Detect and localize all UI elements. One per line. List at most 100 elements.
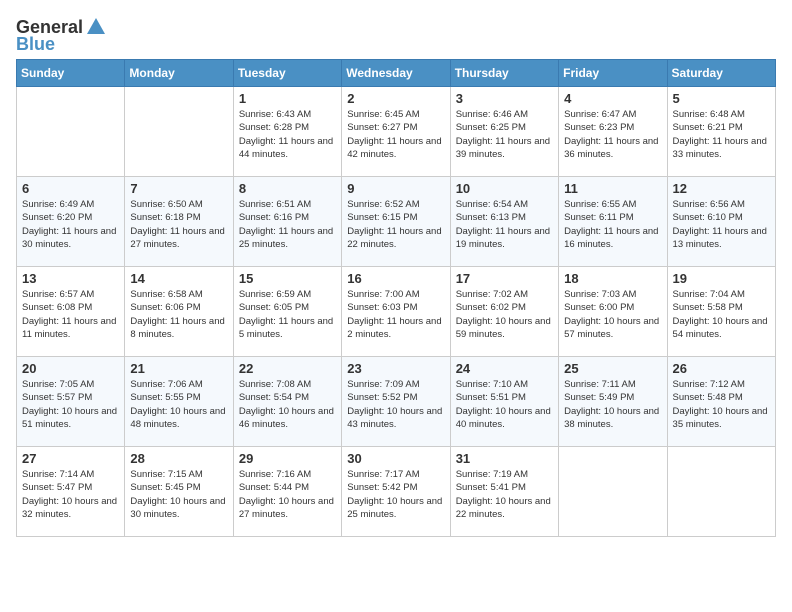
calendar-cell: 18 Sunrise: 7:03 AM Sunset: 6:00 PM Dayli… bbox=[559, 267, 667, 357]
col-header-sunday: Sunday bbox=[17, 60, 125, 87]
day-number: 17 bbox=[456, 271, 553, 286]
cell-content: Sunrise: 6:57 AM Sunset: 6:08 PM Dayligh… bbox=[22, 288, 119, 341]
cell-content: Sunrise: 6:46 AM Sunset: 6:25 PM Dayligh… bbox=[456, 108, 553, 161]
calendar-cell bbox=[667, 447, 775, 537]
week-row-5: 27 Sunrise: 7:14 AM Sunset: 5:47 PM Dayli… bbox=[17, 447, 776, 537]
cell-content: Sunrise: 7:19 AM Sunset: 5:41 PM Dayligh… bbox=[456, 468, 553, 521]
cell-content: Sunrise: 6:45 AM Sunset: 6:27 PM Dayligh… bbox=[347, 108, 444, 161]
day-number: 10 bbox=[456, 181, 553, 196]
day-number: 9 bbox=[347, 181, 444, 196]
cell-content: Sunrise: 7:12 AM Sunset: 5:48 PM Dayligh… bbox=[673, 378, 770, 431]
calendar-cell: 22Sunrise: 7:08 AM Sunset: 5:54 PM Dayli… bbox=[233, 357, 341, 447]
cell-content: Sunrise: 6:48 AM Sunset: 6:21 PM Dayligh… bbox=[673, 108, 770, 161]
cell-content: Sunrise: 7:09 AM Sunset: 5:52 PM Dayligh… bbox=[347, 378, 444, 431]
cell-content: Sunrise: 6:49 AM Sunset: 6:20 PM Dayligh… bbox=[22, 198, 119, 251]
day-number: 23 bbox=[347, 361, 444, 376]
day-number: 8 bbox=[239, 181, 336, 196]
calendar-cell: 6 Sunrise: 6:49 AM Sunset: 6:20 PM Daylig… bbox=[17, 177, 125, 267]
day-number: 3 bbox=[456, 91, 553, 106]
calendar-cell: 30 Sunrise: 7:17 AM Sunset: 5:42 PM Dayli… bbox=[342, 447, 450, 537]
day-number: 18 bbox=[564, 271, 661, 286]
calendar-cell: 11 Sunrise: 6:55 AM Sunset: 6:11 PM Dayli… bbox=[559, 177, 667, 267]
day-number: 2 bbox=[347, 91, 444, 106]
cell-content: Sunrise: 6:47 AM Sunset: 6:23 PM Dayligh… bbox=[564, 108, 661, 161]
calendar-cell: 3 Sunrise: 6:46 AM Sunset: 6:25 PM Daylig… bbox=[450, 87, 558, 177]
day-number: 7 bbox=[130, 181, 227, 196]
day-number: 4 bbox=[564, 91, 661, 106]
calendar-cell: 14Sunrise: 6:58 AM Sunset: 6:06 PM Dayli… bbox=[125, 267, 233, 357]
calendar-cell: 1 Sunrise: 6:43 AM Sunset: 6:28 PM Daylig… bbox=[233, 87, 341, 177]
cell-content: Sunrise: 7:02 AM Sunset: 6:02 PM Dayligh… bbox=[456, 288, 553, 341]
day-number: 29 bbox=[239, 451, 336, 466]
cell-content: Sunrise: 7:03 AM Sunset: 6:00 PM Dayligh… bbox=[564, 288, 661, 341]
calendar-cell bbox=[17, 87, 125, 177]
day-number: 22 bbox=[239, 361, 336, 376]
day-number: 16 bbox=[347, 271, 444, 286]
col-header-wednesday: Wednesday bbox=[342, 60, 450, 87]
calendar-cell: 10 Sunrise: 6:54 AM Sunset: 6:13 PM Dayli… bbox=[450, 177, 558, 267]
cell-content: Sunrise: 7:11 AM Sunset: 5:49 PM Dayligh… bbox=[564, 378, 661, 431]
cell-content: Sunrise: 7:17 AM Sunset: 5:42 PM Dayligh… bbox=[347, 468, 444, 521]
cell-content: Sunrise: 6:54 AM Sunset: 6:13 PM Dayligh… bbox=[456, 198, 553, 251]
logo: General Blue bbox=[16, 16, 107, 55]
calendar-cell: 4 Sunrise: 6:47 AM Sunset: 6:23 PM Daylig… bbox=[559, 87, 667, 177]
day-number: 19 bbox=[673, 271, 770, 286]
col-header-friday: Friday bbox=[559, 60, 667, 87]
logo-text-blue: Blue bbox=[16, 34, 55, 55]
day-number: 27 bbox=[22, 451, 119, 466]
calendar-cell: 9Sunrise: 6:52 AM Sunset: 6:15 PM Daylig… bbox=[342, 177, 450, 267]
day-number: 26 bbox=[673, 361, 770, 376]
cell-content: Sunrise: 6:55 AM Sunset: 6:11 PM Dayligh… bbox=[564, 198, 661, 251]
day-number: 5 bbox=[673, 91, 770, 106]
calendar-cell: 27 Sunrise: 7:14 AM Sunset: 5:47 PM Dayli… bbox=[17, 447, 125, 537]
calendar-cell: 23 Sunrise: 7:09 AM Sunset: 5:52 PM Dayli… bbox=[342, 357, 450, 447]
calendar-cell: 13 Sunrise: 6:57 AM Sunset: 6:08 PM Dayli… bbox=[17, 267, 125, 357]
calendar-cell: 12 Sunrise: 6:56 AM Sunset: 6:10 PM Dayli… bbox=[667, 177, 775, 267]
calendar-cell: 19 Sunrise: 7:04 AM Sunset: 5:58 PM Dayli… bbox=[667, 267, 775, 357]
header: General Blue bbox=[16, 16, 776, 55]
calendar-cell: 28Sunrise: 7:15 AM Sunset: 5:45 PM Dayli… bbox=[125, 447, 233, 537]
cell-content: Sunrise: 6:56 AM Sunset: 6:10 PM Dayligh… bbox=[673, 198, 770, 251]
cell-content: Sunrise: 7:00 AM Sunset: 6:03 PM Dayligh… bbox=[347, 288, 444, 341]
calendar-cell: 24 Sunrise: 7:10 AM Sunset: 5:51 PM Dayli… bbox=[450, 357, 558, 447]
calendar-cell: 25Sunrise: 7:11 AM Sunset: 5:49 PM Dayli… bbox=[559, 357, 667, 447]
col-header-thursday: Thursday bbox=[450, 60, 558, 87]
cell-content: Sunrise: 7:10 AM Sunset: 5:51 PM Dayligh… bbox=[456, 378, 553, 431]
calendar-cell bbox=[125, 87, 233, 177]
day-number: 12 bbox=[673, 181, 770, 196]
calendar-cell: 26 Sunrise: 7:12 AM Sunset: 5:48 PM Dayli… bbox=[667, 357, 775, 447]
cell-content: Sunrise: 6:51 AM Sunset: 6:16 PM Dayligh… bbox=[239, 198, 336, 251]
day-number: 15 bbox=[239, 271, 336, 286]
calendar-cell: 16 Sunrise: 7:00 AM Sunset: 6:03 PM Dayli… bbox=[342, 267, 450, 357]
cell-content: Sunrise: 7:14 AM Sunset: 5:47 PM Dayligh… bbox=[22, 468, 119, 521]
week-row-3: 13 Sunrise: 6:57 AM Sunset: 6:08 PM Dayli… bbox=[17, 267, 776, 357]
day-number: 13 bbox=[22, 271, 119, 286]
week-row-4: 20 Sunrise: 7:05 AM Sunset: 5:57 PM Dayli… bbox=[17, 357, 776, 447]
cell-content: Sunrise: 7:05 AM Sunset: 5:57 PM Dayligh… bbox=[22, 378, 119, 431]
calendar-cell: 29 Sunrise: 7:16 AM Sunset: 5:44 PM Dayli… bbox=[233, 447, 341, 537]
calendar-table: SundayMondayTuesdayWednesdayThursdayFrid… bbox=[16, 59, 776, 537]
day-number: 24 bbox=[456, 361, 553, 376]
col-header-monday: Monday bbox=[125, 60, 233, 87]
cell-content: Sunrise: 7:16 AM Sunset: 5:44 PM Dayligh… bbox=[239, 468, 336, 521]
logo-icon bbox=[85, 16, 107, 38]
cell-content: Sunrise: 6:43 AM Sunset: 6:28 PM Dayligh… bbox=[239, 108, 336, 161]
day-number: 1 bbox=[239, 91, 336, 106]
cell-content: Sunrise: 7:06 AM Sunset: 5:55 PM Dayligh… bbox=[130, 378, 227, 431]
day-number: 11 bbox=[564, 181, 661, 196]
calendar-cell: 31 Sunrise: 7:19 AM Sunset: 5:41 PM Dayli… bbox=[450, 447, 558, 537]
cell-content: Sunrise: 6:59 AM Sunset: 6:05 PM Dayligh… bbox=[239, 288, 336, 341]
week-row-2: 6 Sunrise: 6:49 AM Sunset: 6:20 PM Daylig… bbox=[17, 177, 776, 267]
col-header-tuesday: Tuesday bbox=[233, 60, 341, 87]
day-number: 31 bbox=[456, 451, 553, 466]
col-header-saturday: Saturday bbox=[667, 60, 775, 87]
calendar-cell: 20 Sunrise: 7:05 AM Sunset: 5:57 PM Dayli… bbox=[17, 357, 125, 447]
day-number: 6 bbox=[22, 181, 119, 196]
calendar-cell: 5 Sunrise: 6:48 AM Sunset: 6:21 PM Daylig… bbox=[667, 87, 775, 177]
cell-content: Sunrise: 7:04 AM Sunset: 5:58 PM Dayligh… bbox=[673, 288, 770, 341]
day-number: 20 bbox=[22, 361, 119, 376]
calendar-cell: 2 Sunrise: 6:45 AM Sunset: 6:27 PM Daylig… bbox=[342, 87, 450, 177]
week-row-1: 1 Sunrise: 6:43 AM Sunset: 6:28 PM Daylig… bbox=[17, 87, 776, 177]
day-number: 30 bbox=[347, 451, 444, 466]
calendar-cell: 15 Sunrise: 6:59 AM Sunset: 6:05 PM Dayli… bbox=[233, 267, 341, 357]
